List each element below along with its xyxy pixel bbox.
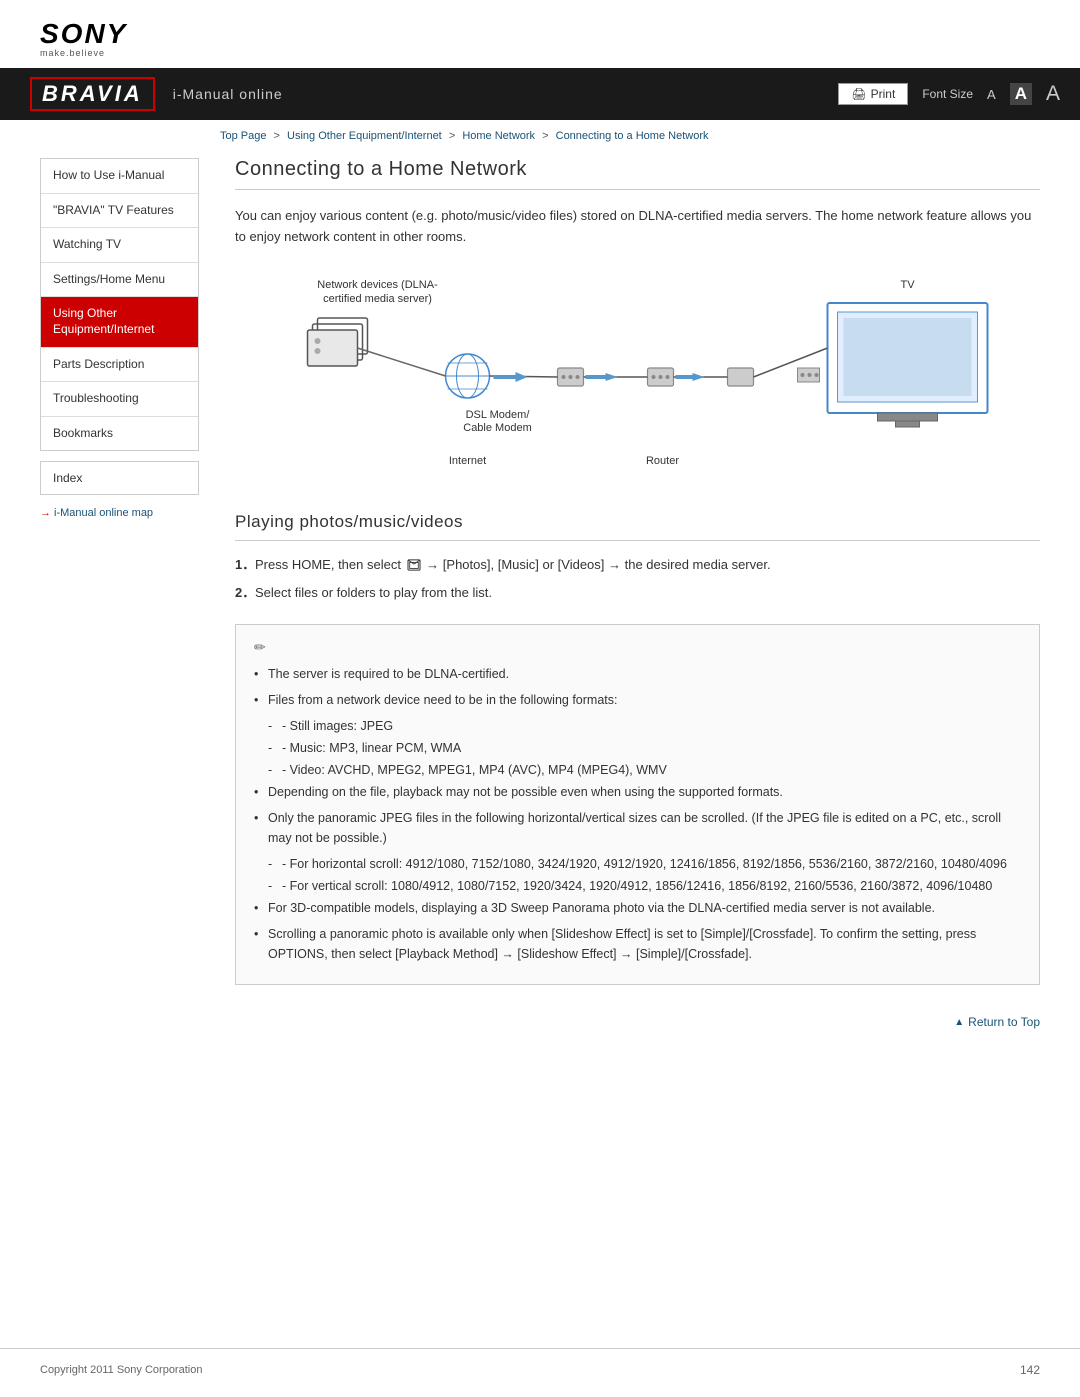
svg-text:certified media server): certified media server) <box>323 293 432 305</box>
sidebar-item-bookmarks[interactable]: Bookmarks <box>41 417 198 451</box>
note-item-sub-1: - Still images: JPEG <box>254 716 1021 736</box>
breadcrumb-sep1: > <box>274 130 280 142</box>
svg-text:Internet: Internet <box>449 455 486 467</box>
network-diagram: Network devices (DLNA- certified media s… <box>235 268 1040 488</box>
print-button[interactable]: 🖨 Print <box>838 83 908 105</box>
return-to-top[interactable]: ▲ Return to Top <box>235 1005 1040 1045</box>
note-pencil-icon: ✏ <box>254 639 1021 656</box>
breadcrumb: Top Page > Using Other Equipment/Interne… <box>0 120 1080 148</box>
sidebar-item-label: "BRAVIA" TV Features <box>53 203 174 217</box>
breadcrumb-top-page[interactable]: Top Page <box>220 130 266 142</box>
footer-page-number: 142 <box>1020 1363 1040 1377</box>
step-2: 2． Select files or folders to play from … <box>235 583 1040 604</box>
note-item-6: Scrolling a panoramic photo is available… <box>254 924 1021 964</box>
sidebar-item-bravia-features[interactable]: "BRAVIA" TV Features <box>41 194 198 229</box>
sidebar-item-label: Watching TV <box>53 237 121 251</box>
sidebar-index-label: Index <box>53 471 82 485</box>
nav-bar-left: BRAVIA i-Manual online <box>30 77 283 111</box>
sidebar-item-settings-home[interactable]: Settings/Home Menu <box>41 263 198 298</box>
sidebar-item-label: Troubleshooting <box>53 391 139 405</box>
note-item-3: Depending on the file, playback may not … <box>254 782 1021 802</box>
sidebar-item-parts-desc[interactable]: Parts Description <box>41 348 198 383</box>
note-item-5: For 3D-compatible models, displaying a 3… <box>254 898 1021 918</box>
print-icon: 🖨 <box>851 87 866 101</box>
note-item-4: Only the panoramic JPEG files in the fol… <box>254 808 1021 848</box>
sidebar-index[interactable]: Index <box>40 461 199 495</box>
sony-tagline: make.believe <box>40 48 105 58</box>
font-size-label: Font Size <box>922 87 973 101</box>
footer: Copyright 2011 Sony Corporation 142 <box>0 1348 1080 1391</box>
step-1-number: 1． <box>235 555 255 576</box>
print-label: Print <box>871 87 896 101</box>
font-size-large-button[interactable]: A <box>1046 82 1060 106</box>
breadcrumb-level2[interactable]: Using Other Equipment/Internet <box>287 130 442 142</box>
note-item-sub-5: - For vertical scroll: 1080/4912, 1080/7… <box>254 876 1021 896</box>
sidebar-item-how-to-use[interactable]: How to Use i-Manual <box>41 159 198 194</box>
svg-text:Router: Router <box>646 455 679 467</box>
sidebar-nav: How to Use i-Manual "BRAVIA" TV Features… <box>40 158 199 451</box>
sidebar-item-label: Using Other Equipment/Internet <box>53 306 154 336</box>
note-item-sub-3: - Video: AVCHD, MPEG2, MPEG1, MP4 (AVC),… <box>254 760 1021 780</box>
font-size-medium-button[interactable]: A <box>1010 83 1032 105</box>
sidebar-item-troubleshooting[interactable]: Troubleshooting <box>41 382 198 417</box>
note-item-1: The server is required to be DLNA-certif… <box>254 664 1021 684</box>
note-item-2: Files from a network device need to be i… <box>254 690 1021 710</box>
page-wrapper: SONY make.believe BRAVIA i-Manual online… <box>0 0 1080 1397</box>
arrow-right-icon: → <box>40 507 51 519</box>
breadcrumb-level3[interactable]: Home Network <box>462 130 535 142</box>
step-2-text: Select files or folders to play from the… <box>255 585 492 600</box>
breadcrumb-current: Connecting to a Home Network <box>556 130 709 142</box>
sidebar-map-link[interactable]: → i-Manual online map <box>40 507 199 519</box>
sidebar-item-label: Bookmarks <box>53 426 113 440</box>
step-1-text: Press HOME, then select → [Photos], [Mus… <box>255 557 771 572</box>
nav-bar-right: 🖨 Print Font Size A A A <box>838 82 1060 106</box>
sidebar-item-using-other[interactable]: Using Other Equipment/Internet <box>41 297 198 347</box>
svg-text:TV: TV <box>900 279 915 291</box>
note-box: ✏ The server is required to be DLNA-cert… <box>235 624 1040 985</box>
steps-list: 1． Press HOME, then select → [Photos], [… <box>235 555 1040 605</box>
footer-copyright: Copyright 2011 Sony Corporation <box>40 1364 202 1376</box>
sony-brand-text: SONY <box>40 18 127 50</box>
font-size-small-button[interactable]: A <box>987 87 996 102</box>
sidebar-item-label: How to Use i-Manual <box>53 168 164 182</box>
sidebar: How to Use i-Manual "BRAVIA" TV Features… <box>40 148 215 1348</box>
breadcrumb-sep2: > <box>449 130 455 142</box>
bravia-logo: BRAVIA <box>30 77 155 111</box>
svg-text:Network devices (DLNA-: Network devices (DLNA- <box>317 279 438 291</box>
intro-text: You can enjoy various content (e.g. phot… <box>235 206 1040 248</box>
sony-logo: SONY make.believe <box>40 18 1040 58</box>
svg-text:Cable Modem: Cable Modem <box>463 422 531 434</box>
triangle-up-icon: ▲ <box>954 1017 964 1028</box>
svg-text:DSL Modem/: DSL Modem/ <box>466 409 531 421</box>
note-item-sub-2: - Music: MP3, linear PCM, WMA <box>254 738 1021 758</box>
page-title: Connecting to a Home Network <box>235 158 1040 190</box>
main-layout: How to Use i-Manual "BRAVIA" TV Features… <box>0 148 1080 1348</box>
sidebar-map-link-label: i-Manual online map <box>54 507 153 519</box>
content-area: Connecting to a Home Network You can enj… <box>215 148 1040 1348</box>
sub-section-title: Playing photos/music/videos <box>235 512 1040 541</box>
note-bullets-list: The server is required to be DLNA-certif… <box>254 664 1021 964</box>
nav-title: i-Manual online <box>173 86 283 102</box>
step-1: 1． Press HOME, then select → [Photos], [… <box>235 555 1040 576</box>
step-2-number: 2． <box>235 583 255 604</box>
return-to-top-label: Return to Top <box>968 1015 1040 1029</box>
top-bar: SONY make.believe <box>0 0 1080 68</box>
nav-bar: BRAVIA i-Manual online 🖨 Print Font Size… <box>0 68 1080 120</box>
home-icon <box>407 559 421 571</box>
sidebar-item-watching-tv[interactable]: Watching TV <box>41 228 198 263</box>
sidebar-item-label: Settings/Home Menu <box>53 272 165 286</box>
note-item-sub-4: - For horizontal scroll: 4912/1080, 7152… <box>254 854 1021 874</box>
sidebar-item-label: Parts Description <box>53 357 144 371</box>
breadcrumb-sep3: > <box>542 130 548 142</box>
